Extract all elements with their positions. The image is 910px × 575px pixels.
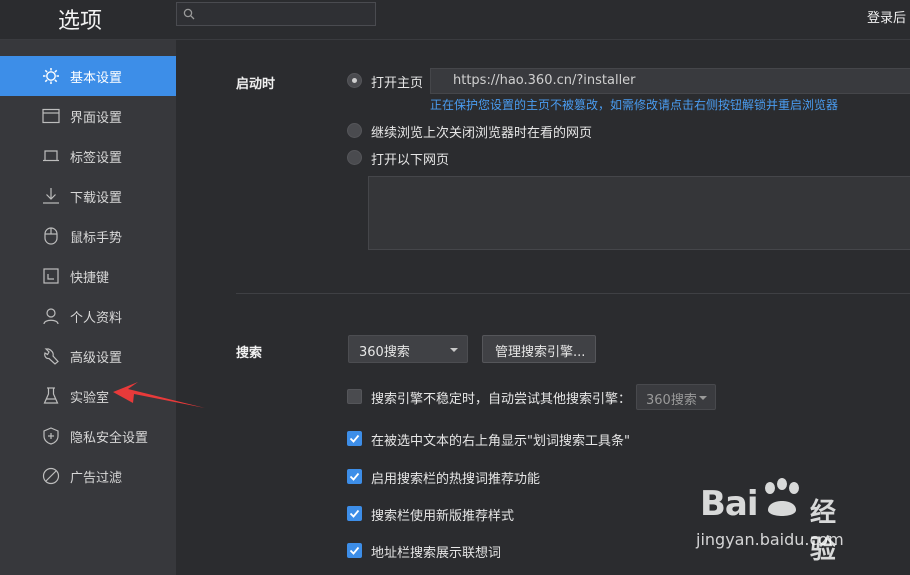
fallback-engine-select[interactable]: 360搜索: [636, 384, 716, 410]
startup-pages-list[interactable]: [368, 176, 910, 250]
address-suggest-checkbox[interactable]: [347, 543, 362, 558]
sidebar-item-privacy[interactable]: 隐私安全设置: [0, 416, 176, 456]
search-box[interactable]: [176, 2, 376, 26]
selection-toolbar-label: 在被选中文本的右上角显示"划词搜索工具条": [371, 434, 630, 449]
title-bar: 选项 登录后: [0, 0, 910, 40]
sidebar-item-label: 下载设置: [70, 191, 123, 206]
sidebar-item-shortcuts[interactable]: 快捷键: [0, 256, 176, 296]
search-engine-select[interactable]: 360搜索: [348, 335, 468, 363]
sidebar-item-profile[interactable]: 个人资料: [0, 296, 176, 336]
search-input[interactable]: [199, 5, 369, 23]
search-section-label: 搜索: [236, 346, 263, 361]
sidebar-item-label: 个人资料: [70, 311, 123, 326]
hot-search-checkbox[interactable]: [347, 469, 362, 484]
startup-restore-session-label: 继续浏览上次关闭浏览器时在看的网页: [371, 126, 593, 141]
chevron-down-icon: [699, 396, 707, 400]
manage-search-engines-button[interactable]: 管理搜索引擎...: [482, 335, 596, 363]
mouse-icon: [41, 226, 61, 246]
fallback-engine-selected: 360搜索: [646, 393, 697, 408]
sidebar-item-label: 界面设置: [70, 111, 123, 126]
block-icon: [41, 466, 61, 486]
startup-open-pages-radio[interactable]: [347, 150, 362, 165]
sidebar-item-interface[interactable]: 界面设置: [0, 96, 176, 136]
watermark-url: jingyan.baidu.com: [696, 530, 844, 549]
sidebar-item-label: 实验室: [70, 391, 110, 406]
sidebar-item-label: 标签设置: [70, 151, 123, 166]
chevron-down-icon: [450, 348, 458, 352]
sidebar-item-advanced[interactable]: 高级设置: [0, 336, 176, 376]
sidebar-item-label: 快捷键: [70, 271, 110, 286]
sidebar-item-tabs[interactable]: 标签设置: [0, 136, 176, 176]
search-engine-selected: 360搜索: [359, 345, 410, 360]
sidebar-item-label: 广告过滤: [70, 471, 123, 486]
tab-icon: [41, 146, 61, 166]
gear-icon: [41, 66, 61, 86]
checkmark-icon: [349, 472, 360, 481]
sidebar-item-mouse-gesture[interactable]: 鼠标手势: [0, 216, 176, 256]
new-style-checkbox[interactable]: [347, 506, 362, 521]
startup-open-homepage-label: 打开主页: [371, 76, 424, 91]
new-style-label: 搜索栏使用新版推荐样式: [371, 509, 515, 524]
hot-search-label: 启用搜索栏的热搜词推荐功能: [371, 472, 541, 487]
paw-icon: [765, 478, 799, 516]
window-icon: [41, 106, 61, 126]
selection-toolbar-checkbox[interactable]: [347, 431, 362, 446]
sidebar-item-download[interactable]: 下载设置: [0, 176, 176, 216]
login-link[interactable]: 登录后: [867, 7, 906, 26]
wrench-icon: [41, 346, 61, 366]
checkmark-icon: [349, 546, 360, 555]
shortcut-icon: [41, 266, 61, 286]
section-divider: [236, 293, 910, 294]
flask-icon: [41, 386, 61, 406]
search-icon: [183, 8, 195, 20]
baidu-jingyan-watermark: Bai 经验 jingyan.baidu.com: [690, 476, 910, 575]
auto-fallback-checkbox[interactable]: [347, 389, 362, 404]
download-icon: [41, 186, 61, 206]
homepage-url-field[interactable]: https://hao.360.cn/?installer: [430, 68, 910, 94]
sidebar-item-label: 高级设置: [70, 351, 123, 366]
sidebar: 基本设置 界面设置 标签设置 下载设置 鼠标手势 快捷键 个人资料 高级设置 实…: [0, 40, 176, 575]
user-icon: [41, 306, 61, 326]
checkmark-icon: [349, 434, 360, 443]
sidebar-item-label: 基本设置: [70, 71, 123, 86]
auto-fallback-label: 搜索引擎不稳定时，自动尝试其他搜索引擎：: [371, 392, 632, 407]
checkmark-icon: [349, 509, 360, 518]
page-title: 选项: [58, 9, 103, 34]
startup-restore-session-radio[interactable]: [347, 123, 362, 138]
sidebar-item-label: 鼠标手势: [70, 231, 123, 246]
startup-open-homepage-radio[interactable]: [347, 73, 362, 88]
sidebar-item-lab[interactable]: 实验室: [0, 376, 176, 416]
sidebar-item-basic-settings[interactable]: 基本设置: [0, 56, 176, 96]
address-suggest-label: 地址栏搜索展示联想词: [371, 546, 502, 561]
sidebar-item-ad-filter[interactable]: 广告过滤: [0, 456, 176, 496]
startup-section-label: 启动时: [236, 77, 276, 92]
shield-icon: [41, 426, 61, 446]
homepage-protect-hint[interactable]: 正在保护您设置的主页不被篡改，如需修改请点击右侧按钮解锁并重启浏览器: [430, 96, 838, 113]
sidebar-item-label: 隐私安全设置: [70, 431, 149, 446]
startup-open-pages-label: 打开以下网页: [371, 153, 450, 168]
